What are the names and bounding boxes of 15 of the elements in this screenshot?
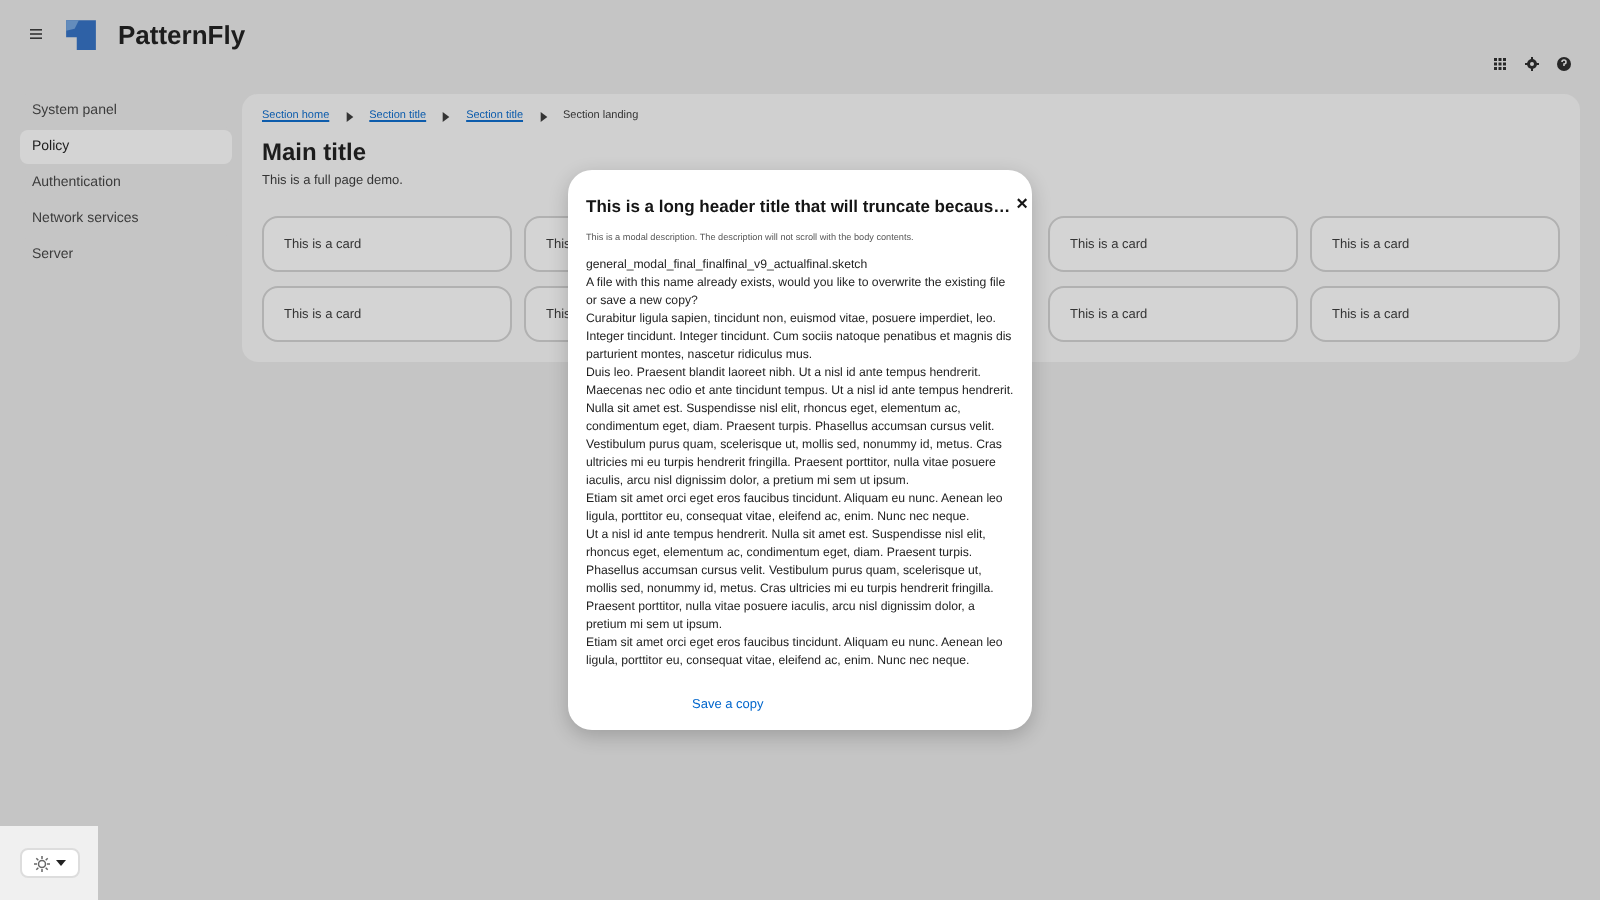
grid-icon[interactable]	[1492, 56, 1508, 72]
logo-icon	[64, 17, 98, 51]
theme-toggle-button[interactable]	[20, 848, 80, 878]
page-title: Main title	[262, 138, 369, 166]
sun-icon	[34, 855, 50, 871]
chevron-icon	[345, 111, 354, 121]
menu-icon[interactable]	[28, 26, 44, 42]
caret-icon	[56, 860, 66, 866]
chevron-icon	[442, 111, 451, 121]
close-button[interactable]: ×	[1010, 194, 1034, 216]
settings-icon[interactable]	[1524, 56, 1540, 72]
brand-name: PatternFly	[118, 19, 246, 49]
chevron-icon	[539, 111, 548, 121]
modal-title: This is a long header title that will truncate becaus…	[586, 195, 1011, 215]
help-icon[interactable]	[1556, 56, 1572, 72]
